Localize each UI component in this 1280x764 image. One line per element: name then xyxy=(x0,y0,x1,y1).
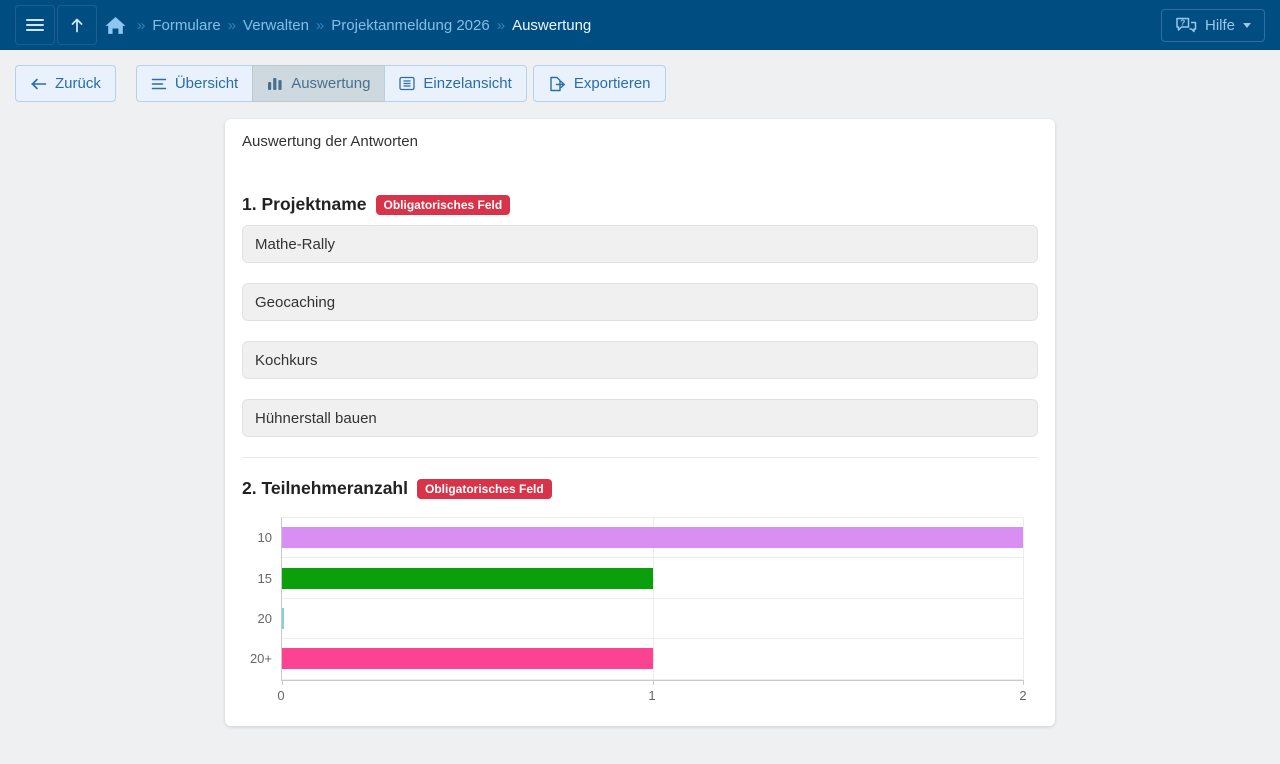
breadcrumb: » Formulare » Verwalten » Projektanmeldu… xyxy=(130,17,591,34)
chart-category-label: 15 xyxy=(258,571,272,586)
overview-button-label: Übersicht xyxy=(175,75,238,92)
breadcrumb-separator: » xyxy=(228,17,236,34)
chart-xtick-label: 2 xyxy=(1019,688,1026,703)
evaluation-button[interactable]: Auswertung xyxy=(252,65,385,102)
breadcrumb-separator: » xyxy=(316,17,324,34)
answer-box: Hühnerstall bauen xyxy=(242,399,1038,437)
chart-axis-tick xyxy=(653,680,654,685)
top-navbar: » Formulare » Verwalten » Projektanmeldu… xyxy=(0,0,1280,50)
question-1-section: 1. Projektname Obligatorisches Feld Math… xyxy=(242,194,1038,437)
breadcrumb-link-verwalten[interactable]: Verwalten xyxy=(243,17,309,34)
chart-category-label: 20+ xyxy=(250,651,272,666)
breadcrumb-separator: » xyxy=(497,17,505,34)
export-button-label: Exportieren xyxy=(574,75,651,92)
chart-xtick-label: 1 xyxy=(648,688,655,703)
breadcrumb-link-projektanmeldung-2026[interactable]: Projektanmeldung 2026 xyxy=(331,17,489,34)
question-2-heading: 2. Teilnehmeranzahl Obligatorisches Feld xyxy=(242,478,1038,499)
bar-chart-icon xyxy=(267,76,283,91)
answer-box: Geocaching xyxy=(242,283,1038,321)
question-1-heading-text: 1. Projektname xyxy=(242,194,367,215)
chart-x-axis: 012 xyxy=(281,688,1023,706)
toolbar: Zurück Übersicht Auswertung Einzelansich… xyxy=(15,65,1265,102)
question-2-heading-text: 2. Teilnehmeranzahl xyxy=(242,478,408,499)
evaluation-button-label: Auswertung xyxy=(291,75,370,92)
chart-plot-area: 10152020+ xyxy=(281,517,1023,681)
answer-box: Kochkurs xyxy=(242,341,1038,379)
home-icon xyxy=(105,16,126,35)
section-divider xyxy=(242,457,1038,458)
left-arrow-icon xyxy=(30,78,47,90)
chart-bar xyxy=(282,608,284,629)
single-view-button[interactable]: Einzelansicht xyxy=(384,65,526,102)
svg-text:?: ? xyxy=(1180,18,1185,28)
back-button[interactable]: Zurück xyxy=(15,65,116,102)
view-button-group: Übersicht Auswertung Einzelansicht xyxy=(136,65,527,102)
export-button[interactable]: Exportieren xyxy=(533,65,666,102)
chart-bar xyxy=(282,568,653,589)
list-alt-icon xyxy=(399,76,415,91)
menu-button[interactable] xyxy=(15,5,55,45)
chart-category-label: 20 xyxy=(258,611,272,626)
chart-xtick-label: 0 xyxy=(277,688,284,703)
hamburger-icon xyxy=(25,17,45,33)
question-1-answers: Mathe-Rally Geocaching Kochkurs Hühnerst… xyxy=(242,225,1038,437)
list-lines-icon xyxy=(151,77,167,91)
chart-bar xyxy=(282,527,1023,548)
required-badge: Obligatorisches Feld xyxy=(417,479,552,499)
chart-gridline xyxy=(1023,518,1024,680)
file-export-icon xyxy=(548,76,566,92)
breadcrumb-link-formulare[interactable]: Formulare xyxy=(152,17,220,34)
up-arrow-icon xyxy=(69,16,85,34)
question-2-section: 2. Teilnehmeranzahl Obligatorisches Feld… xyxy=(242,478,1038,706)
single-view-button-label: Einzelansicht xyxy=(423,75,511,92)
participants-chart: 10152020+ 012 xyxy=(242,513,1038,706)
help-label: Hilfe xyxy=(1205,17,1235,34)
chart-axis-tick xyxy=(1023,680,1024,685)
panel-title: Auswertung der Antworten xyxy=(242,133,1038,150)
breadcrumb-current: Auswertung xyxy=(512,17,591,34)
results-panel: Auswertung der Antworten 1. Projektname … xyxy=(225,119,1055,726)
back-button-label: Zurück xyxy=(55,75,101,92)
question-1-heading: 1. Projektname Obligatorisches Feld xyxy=(242,194,1038,215)
required-badge: Obligatorisches Feld xyxy=(376,195,511,215)
chat-question-icon: ? xyxy=(1175,16,1197,34)
chart-bar xyxy=(282,648,653,669)
overview-button[interactable]: Übersicht xyxy=(136,65,253,102)
home-link[interactable] xyxy=(105,16,126,35)
scroll-top-button[interactable] xyxy=(57,5,97,45)
help-button[interactable]: ? Hilfe xyxy=(1161,9,1265,42)
chart-axis-tick xyxy=(282,680,283,685)
caret-down-icon xyxy=(1243,23,1251,28)
answer-box: Mathe-Rally xyxy=(242,225,1038,263)
chart-category-label: 10 xyxy=(258,530,272,545)
breadcrumb-separator: » xyxy=(137,17,145,34)
